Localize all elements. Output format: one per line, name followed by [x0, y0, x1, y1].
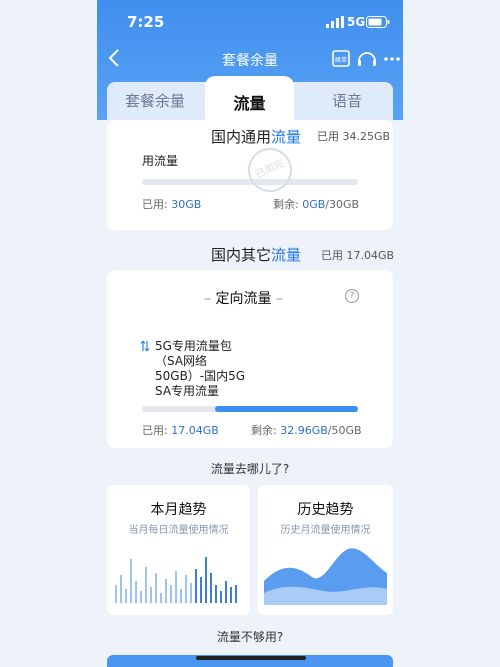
content-area[interactable]: 国内通用流量 已用 34.25GB 用流量 已用: 30GB 剩余: 0GB/3…	[97, 120, 403, 667]
home-indicator	[196, 656, 306, 660]
bill-icon-text: 賬单	[335, 56, 347, 64]
page-title: 套餐余量	[222, 53, 278, 69]
targeted-remain-stats: 剩余: 32.96GB/50GB	[251, 424, 362, 437]
network-label: 5G	[347, 15, 366, 29]
monthly-trend-card[interactable]: 本月趋势 当月每日流量使用情况	[107, 485, 250, 615]
domestic-general-remain-stats: 剩余: 0GB/30GB	[273, 198, 360, 211]
domestic-other-used: 已用 17.04GB	[321, 249, 395, 262]
battery-icon	[366, 16, 390, 28]
where-section-title: 流量去哪儿了?	[210, 462, 290, 476]
history-trend-title: 历史趋势	[297, 502, 354, 518]
history-trend-card[interactable]: 历史趋势 历史月流量使用情况	[258, 485, 393, 615]
tab-voice[interactable]: 语音	[332, 90, 362, 111]
package-line-1: 5G专用流量包	[155, 339, 232, 353]
domestic-general-used-stats: 已用: 30GB	[142, 198, 202, 211]
transfer-arrows-icon	[140, 340, 150, 352]
more-icon[interactable]	[384, 57, 400, 61]
bill-icon[interactable]: 賬单	[332, 50, 350, 67]
tab-data[interactable]: 流量	[205, 90, 294, 114]
package-line-3: 50GB）-国内5G	[155, 369, 246, 383]
domestic-general-item: 用流量	[142, 154, 179, 168]
domestic-other-title: 国内其它流量	[211, 246, 302, 264]
domestic-general-title: 国内通用流量	[211, 128, 302, 146]
monthly-trend-subtitle: 当月每日流量使用情况	[128, 525, 229, 536]
tab-package-balance[interactable]: 套餐余量	[125, 90, 185, 111]
signal-icon	[326, 16, 344, 28]
nav-actions: 賬单	[332, 50, 400, 67]
history-trend-chart	[264, 548, 387, 605]
not-enough-title: 流量不够用?	[216, 630, 284, 644]
monthly-trend-chart	[115, 557, 237, 603]
status-time: 7:25	[127, 13, 165, 31]
targeted-used-stats: 已用: 17.04GB	[142, 424, 219, 437]
help-icon[interactable]: ?	[345, 289, 359, 303]
package-line-4: SA专用流量	[155, 384, 220, 398]
back-icon[interactable]	[107, 46, 121, 70]
targeted-title-line: – 定向流量 –	[204, 291, 283, 307]
domestic-general-used: 已用 34.25GB	[317, 130, 391, 143]
package-line-2: （SA网络	[155, 354, 208, 368]
headset-icon[interactable]	[358, 52, 376, 66]
history-trend-subtitle: 历史月流量使用情况	[280, 525, 371, 536]
targeted-progress-fill	[215, 406, 358, 412]
monthly-trend-title: 本月趋势	[150, 502, 207, 518]
